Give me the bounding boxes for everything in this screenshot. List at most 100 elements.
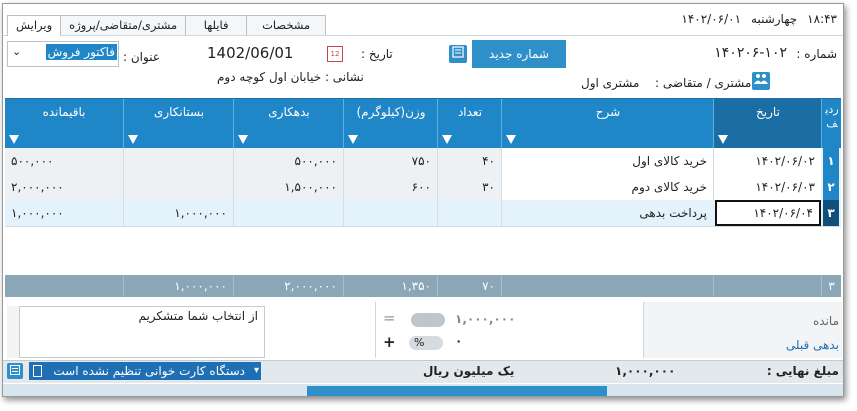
total-date [713,275,821,297]
remain-value: ۱,۰۰۰,۰۰۰ [455,312,516,326]
table-header: باقیمانده بستانکاری بدهکاری وزن(کیلوگرم)… [5,99,841,148]
header-row-number: ردیف [821,99,842,148]
title-select[interactable]: ⌄ فاکتور فروش [7,41,119,67]
header-balance[interactable]: باقیمانده [5,99,123,148]
filter-icon[interactable] [442,135,452,144]
date-field[interactable]: 1402/06/01 12 [205,41,345,65]
customer-icon[interactable] [752,72,770,90]
filter-icon[interactable] [128,135,138,144]
plus-button[interactable]: + [383,333,396,351]
settings-list-icon[interactable] [7,363,23,379]
notes-text: از انتخاب شما متشکریم [138,309,258,323]
filter-icon[interactable] [718,135,728,144]
cell-credit: ۱,۰۰۰,۰۰۰ [123,200,233,226]
title-value: فاکتور فروش [45,44,117,60]
row-number: ۳ [823,200,839,226]
notes-textarea[interactable]: از انتخاب شما متشکریم [7,306,265,358]
cell-desc: خرید کالای اول [501,148,713,174]
cell-desc: پرداخت بدهی [501,200,713,226]
chevron-down-icon[interactable]: ▾ [254,362,259,380]
customer-value[interactable]: مشتری اول [581,76,639,90]
cell-qty: ۳۰ [437,174,501,200]
filter-icon[interactable] [238,135,248,144]
table-row[interactable]: ۱,۰۰۰,۰۰۰ ۱,۰۰۰,۰۰۰ پرداخت بدهی ۱۴۰۲/۰۶/… [5,200,841,227]
tab-details[interactable]: مشخصات [246,15,327,35]
cell-desc: خرید کالای دوم [501,174,713,200]
address-text: نشانی : خیابان اول کوچه دوم [217,70,364,84]
cell-weight: ۷۵۰ [343,148,437,174]
cell-debit [233,200,343,226]
cell-credit [123,148,233,174]
header-qty[interactable]: تعداد [437,99,502,148]
final-amount-words: یک میلیون ریال [423,364,515,378]
transactions-table: باقیمانده بستانکاری بدهکاری وزن(کیلوگرم)… [5,98,841,299]
cell-date: ۱۴۰۲/۰۶/۰۲ [713,148,821,174]
equals-toggle[interactable] [411,313,445,327]
total-balance [5,275,123,297]
total-count: ۳ [821,275,841,297]
card-reader-text: دستگاه کارت خوانی تنظیم نشده است [53,364,245,378]
total-desc [501,275,713,297]
title-label: عنوان : [123,50,160,64]
number-label: شماره : [796,47,837,61]
filter-icon[interactable] [348,135,358,144]
customer-label: مشتری / متقاضی : [655,76,752,90]
total-weight: ۱,۳۵۰ [343,275,437,297]
cell-balance: ۵۰۰,۰۰۰ [11,154,54,168]
cell-qty [437,200,501,226]
filter-icon[interactable] [506,135,516,144]
summary-divider [375,302,376,358]
zero-value: ۰ [455,334,463,348]
card-reader-select[interactable]: دستگاه کارت خوانی تنظیم نشده است ▾ [29,362,261,380]
cell-date: ۱۴۰۲/۰۶/۰۳ [713,174,821,200]
number-field[interactable]: ۱۴۰۲۰۶-۱۰۲ [569,41,791,67]
header-weight[interactable]: وزن(کیلوگرم) [343,99,438,148]
final-amount-label: مبلغ نهایی : [766,364,839,378]
final-amount-value: ۱,۰۰۰,۰۰۰ [615,364,676,378]
clock: ۱۸:۴۳ چهارشنبه ۱۴۰۲/۰۶/۰۱ [681,12,837,26]
date-label: تاریخ : [361,47,393,61]
clock-day: چهارشنبه [751,12,798,26]
totals-row: ۱,۰۰۰,۰۰۰ ۲,۰۰۰,۰۰۰ ۱,۳۵۰ ۷۰ ۳ [5,275,841,297]
clock-date: ۱۴۰۲/۰۶/۰۱ [681,12,742,26]
progress-strip [307,386,607,396]
header-date[interactable]: تاریخ [713,99,822,148]
header-credit[interactable]: بستانکاری [123,99,234,148]
row-number: ۱ [823,148,839,174]
remain-label: مانده [812,314,839,328]
tab-edit[interactable]: ویرایش [7,15,62,36]
header-desc[interactable]: شرح [501,99,714,148]
total-qty: ۷۰ [437,275,501,297]
cell-debit: ۵۰۰,۰۰۰ [233,148,343,174]
new-number-button[interactable]: شماره جدید [472,40,566,68]
date-value: 1402/06/01 [207,44,294,62]
table-row[interactable]: ۵۰۰,۰۰۰ ۵۰۰,۰۰۰ ۷۵۰ ۴۰ خرید کالای اول ۱۴… [5,148,841,175]
equals-sign: = [383,309,396,327]
bottom-strip [3,384,843,396]
calendar-icon[interactable]: 12 [327,46,343,62]
row-number: ۲ [823,174,839,200]
tab-files[interactable]: فایلها [185,15,248,35]
notes-scrollbar[interactable] [7,306,20,358]
chevron-down-icon: ⌄ [12,45,22,58]
header-debit[interactable]: بدهکاری [233,99,344,148]
total-credit: ۱,۰۰۰,۰۰۰ [123,275,233,297]
cell-weight [343,200,437,226]
tab-customer-project[interactable]: مشتری/متقاضی/پروژه [60,15,187,35]
total-debit: ۲,۰۰۰,۰۰۰ [233,275,343,297]
cell-credit [123,174,233,200]
cell-qty: ۴۰ [437,148,501,174]
number-value: ۱۴۰۲۰۶-۱۰۲ [714,45,787,61]
cell-balance: ۲,۰۰۰,۰۰۰ [11,180,64,194]
cell-weight: ۶۰۰ [343,174,437,200]
filter-icon[interactable] [9,135,19,144]
calculator-icon[interactable] [449,45,467,63]
cell-debit: ۱,۵۰۰,۰۰۰ [233,174,343,200]
cell-balance: ۱,۰۰۰,۰۰۰ [11,206,64,220]
table-row[interactable]: ۲,۰۰۰,۰۰۰ ۱,۵۰۰,۰۰۰ ۶۰۰ ۳۰ خرید کالای دو… [5,174,841,201]
prev-debt-link[interactable]: بدهی قبلی [786,338,839,352]
tab-strip: ویرایش مشتری/متقاضی/پروژه فایلها مشخصات [7,15,327,36]
cell-date[interactable]: ۱۴۰۲/۰۶/۰۴ [715,200,821,226]
clock-time: ۱۸:۴۳ [807,12,837,26]
card-reader-icon [33,365,42,377]
